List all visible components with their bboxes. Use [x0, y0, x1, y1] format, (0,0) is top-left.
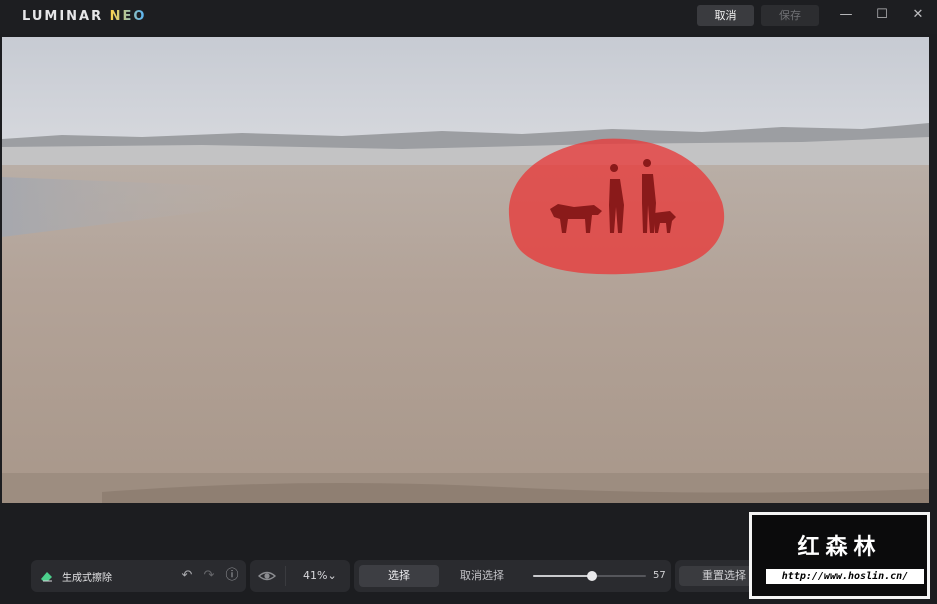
maximize-icon[interactable]: ☐ — [872, 6, 892, 24]
title-bar: LUMINAR NEO 取消 保存 — ☐ ✕ — [0, 0, 937, 34]
brush-size-slider[interactable] — [533, 571, 646, 581]
divider — [285, 566, 286, 586]
app-window: LUMINAR NEO 取消 保存 — ☐ ✕ 生成式擦除 ↶ ↷ ⓘ 41%⌄… — [0, 0, 937, 604]
redo-icon[interactable]: ↷ — [201, 568, 217, 584]
logo-accent: NEO — [109, 9, 147, 24]
watermark: 红森林 http://www.hoslin.cn/ — [749, 512, 930, 599]
zoom-dropdown[interactable]: 41%⌄ — [303, 569, 337, 582]
save-button[interactable]: 保存 — [761, 5, 819, 26]
brush-size-value: 57 — [653, 570, 666, 581]
select-mode-button[interactable]: 选择 — [359, 565, 439, 587]
close-icon[interactable]: ✕ — [908, 6, 928, 24]
zoom-level: 41% — [303, 569, 328, 582]
minimize-icon[interactable]: — — [836, 6, 856, 24]
slider-fill — [533, 575, 592, 577]
watermark-title: 红森林 — [797, 535, 882, 560]
info-icon[interactable]: ⓘ — [224, 568, 240, 584]
photo-canvas[interactable] — [2, 37, 929, 503]
eraser-icon — [41, 572, 52, 582]
app-logo: LUMINAR NEO — [22, 9, 146, 24]
slider-thumb[interactable] — [586, 571, 597, 581]
view-panel: 41%⌄ — [250, 560, 350, 592]
selection-panel: 选择 取消选择 57 — [354, 560, 671, 592]
eye-icon[interactable] — [258, 568, 276, 584]
beach-photo — [2, 37, 929, 503]
cancel-button[interactable]: 取消 — [697, 5, 754, 26]
watermark-url: http://www.hoslin.cn/ — [766, 569, 924, 584]
chevron-down-icon: ⌄ — [327, 569, 337, 582]
deselect-mode-button[interactable]: 取消选择 — [442, 565, 522, 587]
undo-icon[interactable]: ↶ — [179, 568, 195, 584]
logo-text: LUMINAR — [22, 9, 110, 24]
tool-name: 生成式擦除 — [62, 573, 112, 584]
tool-panel: 生成式擦除 ↶ ↷ ⓘ — [31, 560, 246, 592]
